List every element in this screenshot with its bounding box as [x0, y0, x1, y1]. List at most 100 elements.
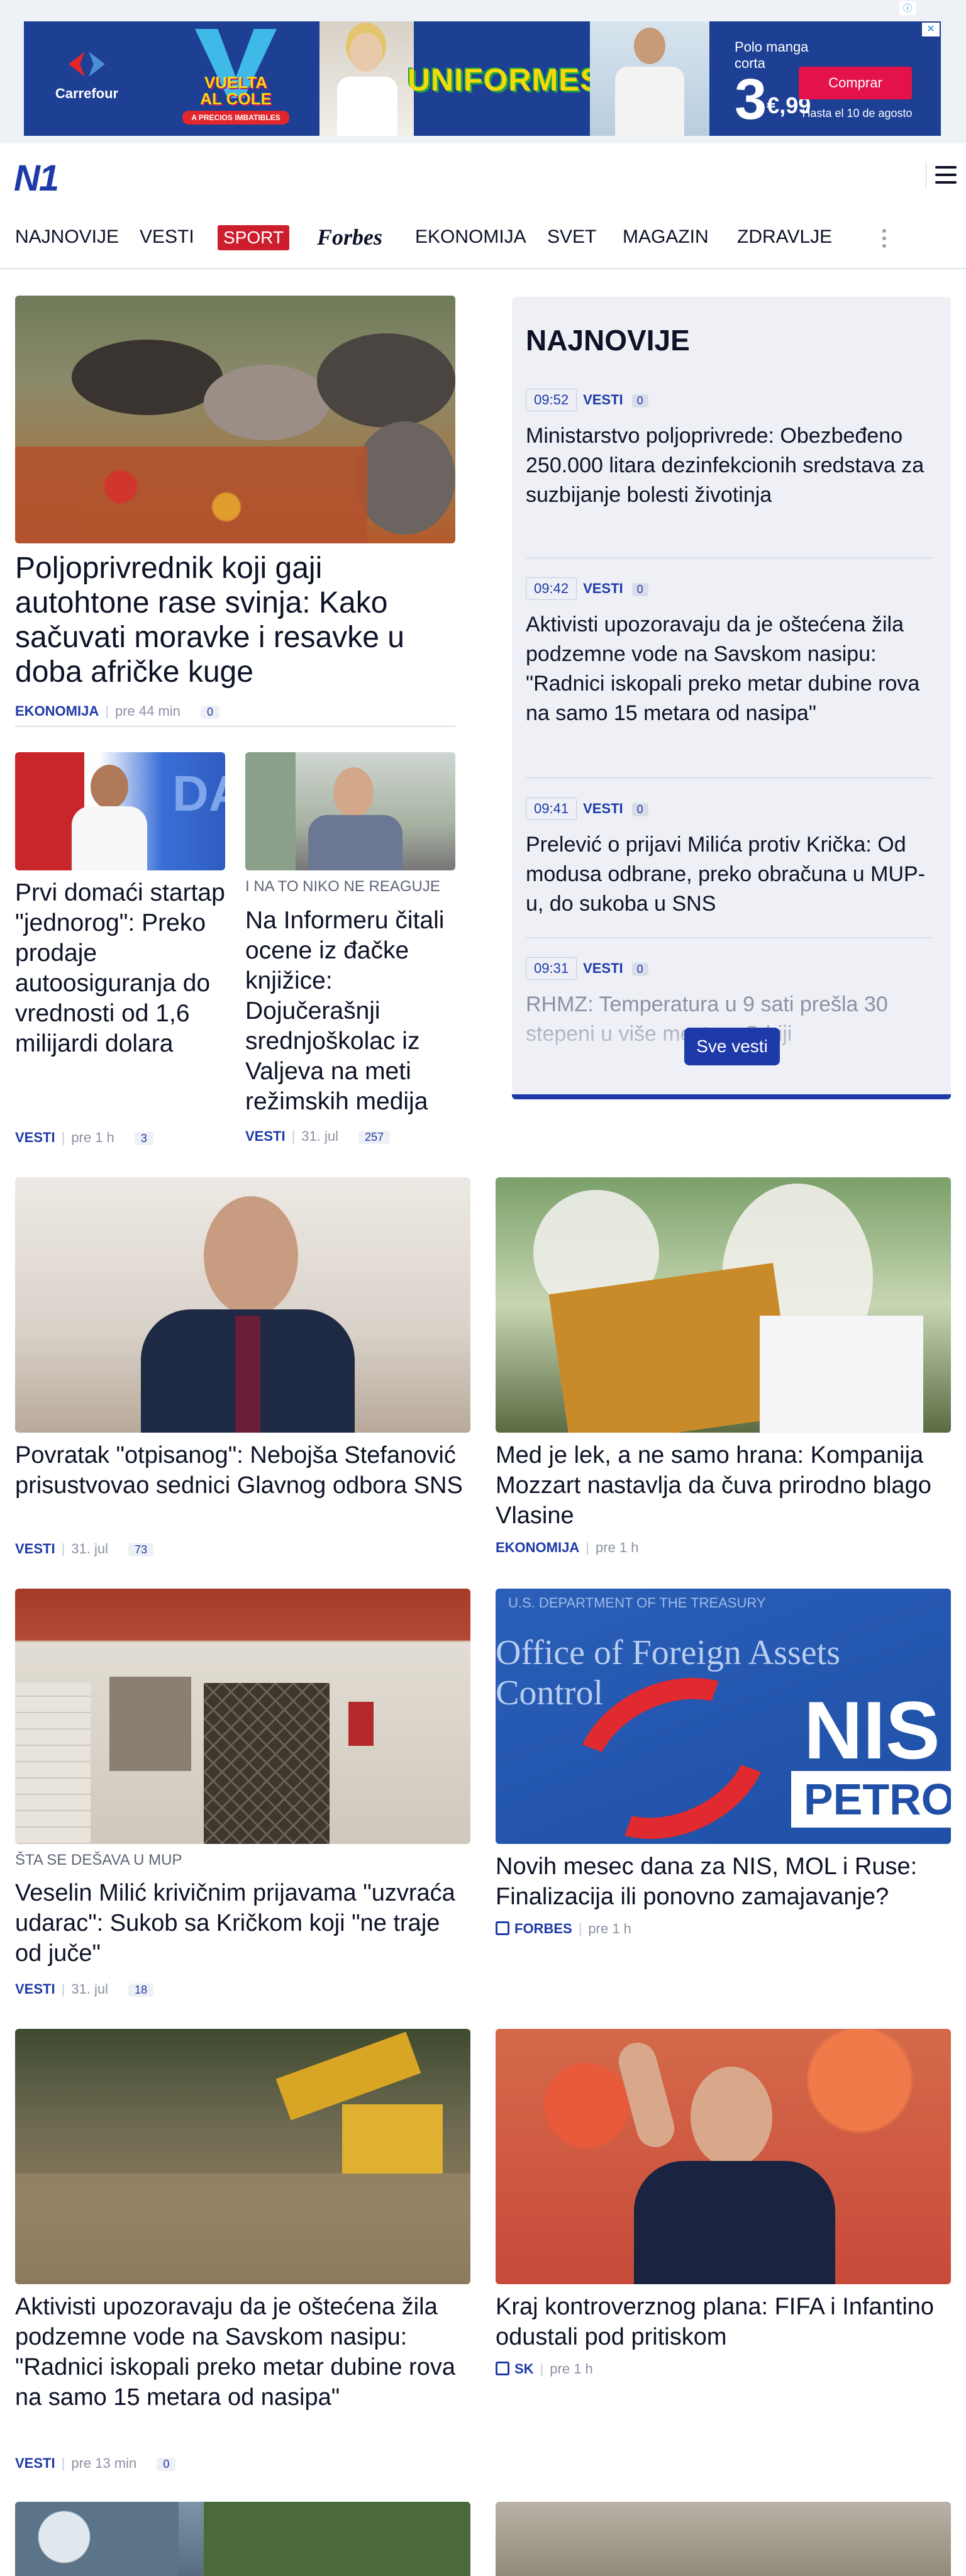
nav-magazin[interactable]: MAGAZIN	[623, 226, 709, 248]
small2-image[interactable]	[245, 752, 455, 870]
nav-ekonomija[interactable]: EKONOMIJA	[415, 226, 526, 248]
item-time: 09:42	[526, 577, 577, 600]
small2-time: 31. jul	[301, 1128, 339, 1144]
nav-najnovije[interactable]: NAJNOVIJE	[15, 226, 119, 248]
grid4-meta: FORBES | pre 1 h	[496, 1921, 631, 1937]
najnovije-item[interactable]: 09:42 VESTI 0 Aktivisti upozoravaju da je …	[526, 577, 933, 728]
najnovije-item[interactable]: 09:41 VESTI 0 Prelević o prijavi Milića pr…	[526, 797, 933, 919]
grid2-image-bees[interactable]	[496, 1177, 951, 1433]
lead-title[interactable]: Poljoprivrednik koji gaji autohtone rase…	[15, 551, 455, 689]
small2-comments-badge[interactable]: 257	[358, 1131, 391, 1144]
lead-time: pre 44 min	[114, 703, 180, 719]
item-category[interactable]: VESTI	[583, 580, 623, 597]
ad-boy-photo	[590, 21, 709, 136]
ad-uniformes: UNIFORMES	[408, 62, 602, 97]
grid5-comments-badge[interactable]: 0	[157, 2458, 176, 2471]
small2-title[interactable]: Na Informeru čitali ocene iz đačke knjiž…	[245, 906, 455, 1117]
item-comments[interactable]: 0	[631, 803, 648, 816]
grid4-title[interactable]: Novih mesec dana za NIS, MOL i Ruse: Fin…	[496, 1852, 951, 1912]
all-news-button[interactable]: Sve vesti	[684, 1028, 780, 1065]
grid6-title[interactable]: Kraj kontroverznog plana: FIFA i Infanti…	[496, 2292, 951, 2352]
grid1-image-stefanovic[interactable]	[15, 1177, 470, 1433]
carrefour-icon	[65, 47, 109, 82]
small1-image[interactable]: DA	[15, 752, 225, 870]
lead-comments-badge[interactable]: 0	[201, 706, 220, 719]
grid4-time: pre 1 h	[588, 1921, 631, 1936]
nav-sport[interactable]: SPORT	[218, 225, 289, 250]
vuelta-al-cole-logo: VUELTA AL COLE A PRECIOS IMBATIBLES	[170, 29, 296, 130]
item-category[interactable]: VESTI	[583, 960, 623, 977]
vuelta-sub: A PRECIOS IMBATIBLES	[182, 111, 289, 125]
grid1-category[interactable]: VESTI	[15, 1541, 55, 1557]
grid6-image-infantino[interactable]	[496, 2029, 951, 2284]
item-comments[interactable]: 0	[631, 583, 648, 596]
item-comments[interactable]: 0	[631, 394, 648, 408]
grid7-image[interactable]	[15, 2502, 470, 2576]
item-title[interactable]: Aktivisti upozoravaju da je oštećena žil…	[526, 610, 933, 728]
najnovije-title[interactable]: NAJNOVIJE	[526, 323, 690, 357]
small2-meta: VESTI | 31. jul 257	[245, 1128, 391, 1145]
grid2-category[interactable]: EKONOMIJA	[496, 1540, 579, 1555]
divider	[526, 777, 933, 779]
item-title[interactable]: Prelević o prijavi Milića protiv Kričkа:…	[526, 830, 933, 919]
nav-svet[interactable]: SVET	[547, 226, 596, 248]
nav-forbes[interactable]: Forbes	[317, 224, 382, 250]
grid3-kicker: ŠTA SE DEŠAVA U MUP	[15, 1852, 182, 1868]
hamburger-menu-icon[interactable]	[926, 162, 957, 187]
grid4-image-nis[interactable]: U.S. DEPARTMENT OF THE TREASURY Office o…	[496, 1589, 951, 1844]
nav-zdravlje[interactable]: ZDRAVLJE	[737, 226, 832, 248]
ad-info-icon[interactable]: ⓘ	[899, 1, 916, 15]
grid8-image[interactable]	[496, 2502, 951, 2576]
item-time: 09:31	[526, 957, 577, 980]
grid5-category[interactable]: VESTI	[15, 2455, 55, 2471]
main-nav: NAJNOVIJE VESTI SPORT Forbes EKONOMIJA S…	[0, 206, 966, 269]
small2-category[interactable]: VESTI	[245, 1128, 286, 1144]
divider	[526, 937, 933, 938]
grid2-time: pre 1 h	[595, 1540, 639, 1555]
site-header: N1	[0, 143, 966, 206]
grid1-comments-badge[interactable]: 73	[128, 1543, 154, 1557]
grid3-time: 31. jul	[71, 1981, 109, 1997]
lead-divider	[15, 726, 455, 727]
grid6-category[interactable]: SK	[514, 2361, 534, 2377]
grid4-category[interactable]: FORBES	[514, 1921, 572, 1936]
grid3-title[interactable]: Veselin Milić krivičnim prijavama "uzvra…	[15, 1878, 470, 1968]
grid5-image-excavator[interactable]	[15, 2029, 470, 2284]
ad-until: Hasta el 10 de agosto	[802, 107, 913, 119]
grid3-meta: VESTI | 31. jul 18	[15, 1981, 154, 1997]
lead-category[interactable]: EKONOMIJA	[15, 703, 99, 719]
n1-logo[interactable]: N1	[14, 157, 59, 199]
grid6-meta: SK | pre 1 h	[496, 2361, 593, 2377]
small1-comments-badge[interactable]: 3	[134, 1132, 153, 1145]
grid3-comments-badge[interactable]: 18	[128, 1984, 154, 1997]
external-link-icon	[496, 2362, 509, 2375]
item-category[interactable]: VESTI	[583, 392, 623, 408]
nav-vesti[interactable]: VESTI	[140, 226, 194, 248]
page: { "ad": { "brand": "Carrefour", "vuelta_…	[0, 0, 966, 2576]
item-category[interactable]: VESTI	[583, 801, 623, 817]
grid2-meta: EKONOMIJA | pre 1 h	[496, 1540, 639, 1555]
ad-close-icon[interactable]: ✕	[922, 23, 940, 36]
small2-kicker: I NA TO NIKO NE REAGUJE	[245, 878, 440, 895]
ad-buy-button[interactable]: Comprar	[799, 67, 912, 99]
ad-banner[interactable]: Carrefour VUELTA AL COLE A PRECIOS IMBATI…	[24, 21, 941, 136]
small1-category[interactable]: VESTI	[15, 1130, 55, 1145]
grid5-title[interactable]: Aktivisti upozoravaju da je oštećena žil…	[15, 2292, 470, 2412]
ad-girl-photo	[319, 21, 414, 136]
small1-meta: VESTI | pre 1 h 3	[15, 1130, 153, 1146]
more-menu-icon[interactable]	[878, 226, 889, 252]
item-title[interactable]: Ministarstvo poljoprivrede: Obezbeđeno 2…	[526, 421, 933, 510]
divider	[526, 557, 933, 558]
item-time: 09:41	[526, 797, 577, 820]
item-comments[interactable]: 0	[631, 963, 648, 976]
grid3-image-house[interactable]	[15, 1589, 470, 1844]
external-link-icon	[496, 1921, 509, 1935]
lead-image-pigs[interactable]	[15, 296, 455, 543]
grid3-category[interactable]: VESTI	[15, 1981, 55, 1997]
small1-title[interactable]: Prvi domaći startap "jednorog": Preko pr…	[15, 878, 225, 1059]
najnovije-item[interactable]: 09:52 VESTI 0 Ministarstvo poljoprivrede: …	[526, 389, 933, 510]
grid1-meta: VESTI | 31. jul 73	[15, 1541, 154, 1557]
grid2-title[interactable]: Med je lek, a ne samo hrana: Kompanija M…	[496, 1440, 951, 1531]
grid1-time: 31. jul	[71, 1541, 109, 1557]
grid1-title[interactable]: Povratak "otpisanog": Nebojša Stefanović…	[15, 1440, 470, 1501]
